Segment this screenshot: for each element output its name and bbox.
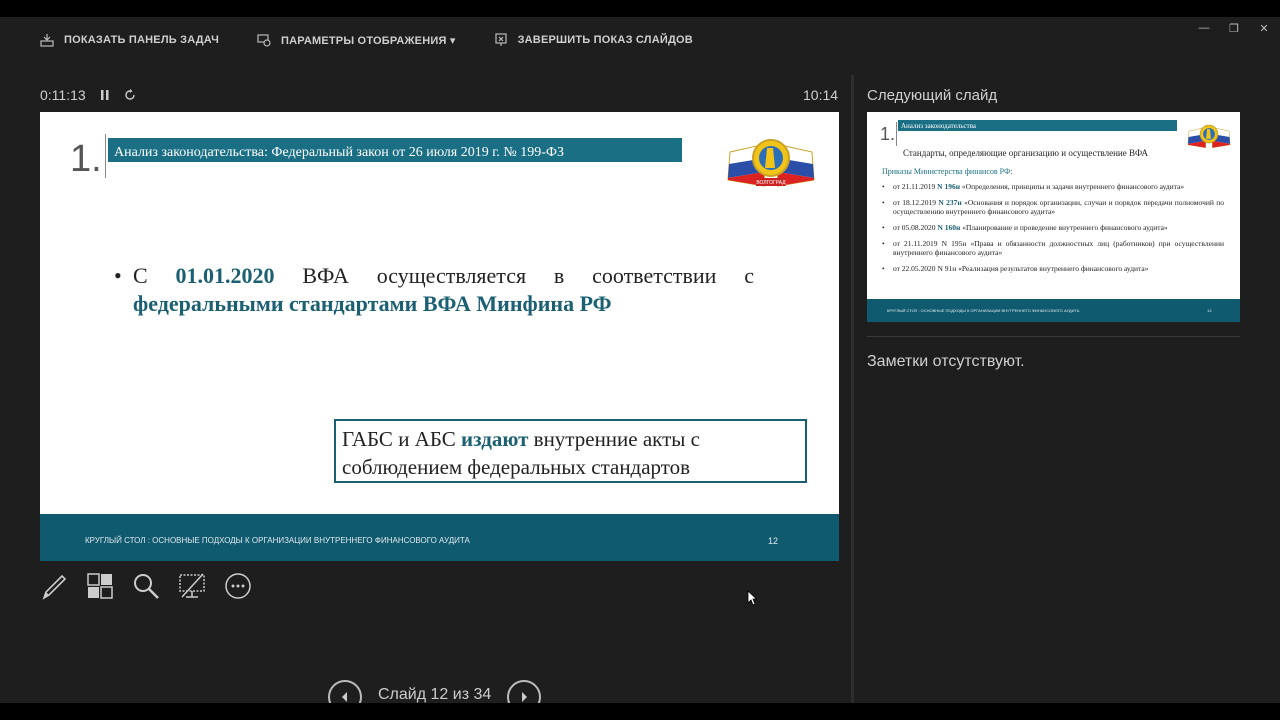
restart-icon: [124, 89, 135, 100]
mouse-cursor-icon: [747, 590, 757, 606]
restore-icon[interactable]: ❐: [1228, 22, 1240, 35]
display-settings-button[interactable]: ПАРАМЕТРЫ ОТОБРАЖЕНИЯ ▾: [257, 33, 456, 47]
next-slide-preview[interactable]: 1. Анализ законодательства Стандарты, оп…: [867, 112, 1240, 322]
slide-tools: [40, 572, 252, 600]
bullet-text-part2: ВФА осуществляется в соответствии с: [274, 263, 754, 288]
slide-section-number: 1.: [70, 138, 102, 180]
pen-tool-button[interactable]: [40, 572, 68, 600]
callout-highlight: издают: [461, 427, 529, 451]
section-divider: [105, 134, 106, 178]
show-taskbar-label: ПОКАЗАТЬ ПАНЕЛЬ ЗАДАЧ: [64, 34, 220, 46]
list-item: от 05.08.2020 N 160н «Планирование и про…: [882, 223, 1224, 232]
next-slide-footer: КРУГЛЫЙ СТОЛ : ОСНОВНЫЕ ПОДХОДЫ К ОРГАНИ…: [867, 299, 1240, 322]
pause-icon: [100, 90, 109, 100]
slide-sorter-button[interactable]: [86, 572, 114, 600]
show-taskbar-button[interactable]: ПОКАЗАТЬ ПАНЕЛЬ ЗАДАЧ: [40, 33, 219, 47]
bottom-letterbox: [0, 703, 1280, 720]
top-letterbox: [0, 0, 1280, 17]
elapsed-time: 0:11:13: [40, 87, 86, 103]
bullet-dot: •: [114, 263, 122, 288]
timer: 0:11:13: [40, 87, 136, 103]
next-slide-list: от 21.11.2019 N 196н «Определения, принц…: [882, 182, 1224, 280]
taskbar-icon: [40, 34, 54, 47]
previous-icon: [342, 692, 347, 702]
logo-caption: ВОЛГОГРАД: [756, 180, 786, 186]
speaker-notes: Заметки отсутствуют.: [867, 353, 1025, 370]
next-slide-title: Анализ законодательства: [898, 120, 1177, 131]
display-settings-label: ПАРАМЕТРЫ ОТОБРАЖЕНИЯ ▾: [281, 34, 456, 47]
next-icon: [522, 692, 528, 702]
slide-footer-page: 12: [768, 536, 779, 546]
window-controls: — ❐ ✕: [1198, 22, 1270, 35]
slide-bullet: • С 01.01.2020 ВФА осуществляется в соот…: [114, 262, 754, 318]
logo-emblem-icon: ВОЛГОГРАД: [727, 139, 815, 187]
more-options-button[interactable]: [224, 572, 252, 600]
close-icon[interactable]: ✕: [1258, 22, 1270, 35]
slide-footer-text: КРУГЛЫЙ СТОЛ : ОСНОВНЫЕ ПОДХОДЫ К ОРГАНИ…: [85, 536, 470, 545]
next-slide-subtitle: Стандарты, определяющие организацию и ос…: [903, 148, 1149, 158]
pen-icon: [42, 574, 67, 600]
next-slide-section-number: 1.: [880, 124, 896, 144]
list-item: от 21.11.2019 N 196н «Определения, принц…: [882, 182, 1224, 191]
next-slide-label: Следующий слайд: [867, 87, 998, 104]
callout-part1: ГАБС и АБС: [342, 427, 462, 451]
slide-sorter-icon: [87, 573, 113, 599]
list-item: от 18.12.2019 N 237н «Основания и порядо…: [882, 198, 1224, 216]
bullet-text-part1: С: [133, 263, 176, 288]
callout-box: ГАБС и АБС издают внутренние акты с собл…: [334, 419, 807, 483]
current-slide[interactable]: 1. Анализ законодательства: Федеральный …: [40, 112, 839, 561]
notes-separator: [867, 336, 1240, 337]
zoom-button[interactable]: [132, 572, 160, 600]
slide-footer: КРУГЛЫЙ СТОЛ : ОСНОВНЫЕ ПОДХОДЫ К ОРГАНИ…: [40, 514, 839, 561]
end-slideshow-button[interactable]: ЗАВЕРШИТЬ ПОКАЗ СЛАЙДОВ: [494, 33, 693, 47]
end-slideshow-label: ЗАВЕРШИТЬ ПОКАЗ СЛАЙДОВ: [517, 34, 693, 46]
slide-title: Анализ законодательства: Федеральный зак…: [108, 138, 682, 162]
restart-timer-button[interactable]: [124, 89, 136, 101]
bullet-highlight: федеральными стандартами ВФА Минфина РФ: [133, 291, 612, 316]
next-logo-emblem-icon: [1187, 124, 1231, 149]
slide-counter[interactable]: Слайд 12 из 34: [378, 686, 491, 704]
next-slide-heading: Приказы Министерства финансов РФ:: [882, 167, 1013, 176]
minimize-icon[interactable]: —: [1198, 22, 1210, 35]
next-section-divider: [896, 122, 897, 146]
pane-splitter[interactable]: [851, 75, 854, 703]
current-time: 10:14: [803, 87, 839, 103]
next-slide-footer-page: 13: [1207, 308, 1212, 313]
more-icon: [225, 573, 251, 599]
next-slide-footer-text: КРУГЛЫЙ СТОЛ : ОСНОВНЫЕ ПОДХОДЫ К ОРГАНИ…: [887, 308, 1080, 313]
screen-off-icon: [179, 573, 205, 598]
end-slideshow-icon: [494, 33, 507, 46]
list-item: от 21.11.2019 N 195н «Права и обязанност…: [882, 239, 1224, 257]
magnifier-icon: [134, 574, 159, 599]
display-settings-icon: [257, 34, 271, 47]
bullet-date: 01.01.2020: [175, 263, 275, 288]
list-item: от 22.05.2020 N 91н «Реализация результа…: [882, 264, 1224, 273]
presenter-toolbar: ПОКАЗАТЬ ПАНЕЛЬ ЗАДАЧ ПАРАМЕТРЫ ОТОБРАЖЕ…: [40, 32, 731, 48]
black-screen-button[interactable]: [178, 572, 206, 600]
pause-timer-button[interactable]: [100, 89, 110, 101]
